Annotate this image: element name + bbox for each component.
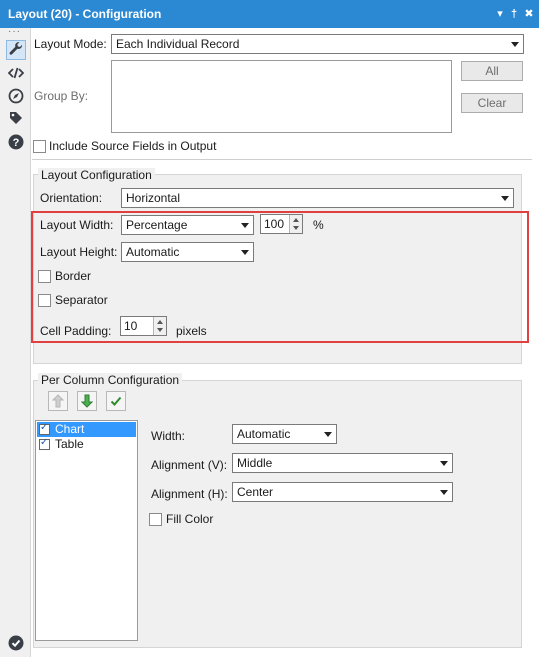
spin-down-icon[interactable] bbox=[157, 328, 163, 332]
close-icon[interactable]: ✖ bbox=[522, 0, 536, 28]
orientation-value: Horizontal bbox=[126, 191, 181, 205]
move-up-button[interactable] bbox=[48, 391, 68, 411]
window-menu-icon[interactable]: ▾ bbox=[493, 0, 507, 28]
layout-height-mode: Automatic bbox=[126, 245, 180, 259]
cell-padding-value: 10 bbox=[124, 319, 138, 333]
chevron-down-icon bbox=[511, 42, 519, 47]
layout-config-title: Layout Configuration bbox=[38, 168, 155, 182]
compass-icon[interactable] bbox=[6, 86, 26, 106]
group-by-label: Group By: bbox=[34, 89, 89, 103]
move-down-button[interactable] bbox=[77, 391, 97, 411]
column-list[interactable] bbox=[35, 420, 138, 641]
align-v-select[interactable]: Middle bbox=[232, 453, 453, 473]
separator-label: Separator bbox=[55, 293, 108, 307]
fill-color-label: Fill Color bbox=[166, 512, 214, 526]
help-icon[interactable]: ? bbox=[6, 132, 26, 152]
fill-color-checkbox[interactable] bbox=[149, 513, 162, 526]
all-button[interactable]: All bbox=[461, 61, 523, 81]
chevron-down-icon bbox=[440, 461, 448, 466]
cell-padding-stepper[interactable] bbox=[153, 317, 166, 335]
column-width-select[interactable]: Automatic bbox=[232, 424, 337, 444]
spin-up-icon[interactable] bbox=[293, 218, 299, 222]
align-h-select[interactable]: Center bbox=[232, 482, 453, 502]
wrench-icon[interactable] bbox=[6, 40, 26, 60]
chevron-down-icon bbox=[241, 250, 249, 255]
apply-check-button[interactable] bbox=[106, 391, 126, 411]
code-icon[interactable] bbox=[6, 63, 26, 83]
divider bbox=[32, 159, 532, 160]
cell-padding-unit: pixels bbox=[176, 324, 207, 338]
border-checkbox[interactable] bbox=[38, 270, 51, 283]
spin-down-icon[interactable] bbox=[293, 226, 299, 230]
column-width-label: Width: bbox=[151, 429, 186, 443]
per-column-title: Per Column Configuration bbox=[38, 373, 183, 387]
align-h-value: Center bbox=[237, 485, 274, 499]
tag-icon[interactable] bbox=[6, 108, 26, 128]
include-source-label: Include Source Fields in Output bbox=[49, 139, 217, 153]
clear-button[interactable]: Clear bbox=[461, 93, 523, 113]
chevron-down-icon bbox=[241, 223, 249, 228]
pin-icon[interactable]: † bbox=[507, 0, 521, 28]
chevron-down-icon bbox=[440, 490, 448, 495]
layout-width-stepper[interactable] bbox=[289, 215, 302, 233]
window-title: Layout (20) - Configuration bbox=[0, 0, 539, 28]
svg-text:?: ? bbox=[13, 137, 20, 149]
layout-width-value: 100 bbox=[264, 217, 285, 231]
layout-mode-label: Layout Mode: bbox=[34, 37, 107, 51]
column-width-value: Automatic bbox=[237, 427, 291, 441]
chevron-down-icon bbox=[324, 432, 332, 437]
border-label: Border bbox=[55, 269, 92, 283]
chevron-down-icon bbox=[501, 196, 509, 201]
group-by-field[interactable] bbox=[111, 60, 452, 133]
layout-width-select[interactable]: Percentage bbox=[121, 215, 254, 235]
layout-height-select[interactable]: Automatic bbox=[121, 242, 254, 262]
chart-checkbox[interactable] bbox=[39, 422, 50, 435]
cell-padding-label: Cell Padding: bbox=[40, 324, 112, 338]
layout-height-label: Layout Height: bbox=[40, 245, 118, 259]
layout-mode-select[interactable]: Each Individual Record bbox=[111, 34, 524, 54]
checkmark-circle-icon[interactable] bbox=[6, 633, 26, 653]
list-item-chart[interactable]: Chart bbox=[37, 422, 136, 437]
toolbar-grip: ··· bbox=[8, 26, 21, 37]
separator-checkbox[interactable] bbox=[38, 294, 51, 307]
align-v-value: Middle bbox=[237, 456, 273, 470]
table-checkbox[interactable] bbox=[39, 437, 50, 450]
layout-width-unit: % bbox=[313, 218, 324, 232]
layout-mode-value: Each Individual Record bbox=[116, 37, 240, 51]
include-source-checkbox[interactable] bbox=[33, 140, 46, 153]
orientation-select[interactable]: Horizontal bbox=[121, 188, 514, 208]
layout-width-label: Layout Width: bbox=[40, 218, 114, 232]
orientation-label: Orientation: bbox=[40, 191, 103, 205]
layout-width-mode: Percentage bbox=[126, 218, 188, 232]
spin-up-icon[interactable] bbox=[157, 320, 163, 324]
list-item-table[interactable]: Table bbox=[37, 437, 136, 452]
align-h-label: Alignment (H): bbox=[151, 487, 228, 501]
align-v-label: Alignment (V): bbox=[151, 458, 228, 472]
